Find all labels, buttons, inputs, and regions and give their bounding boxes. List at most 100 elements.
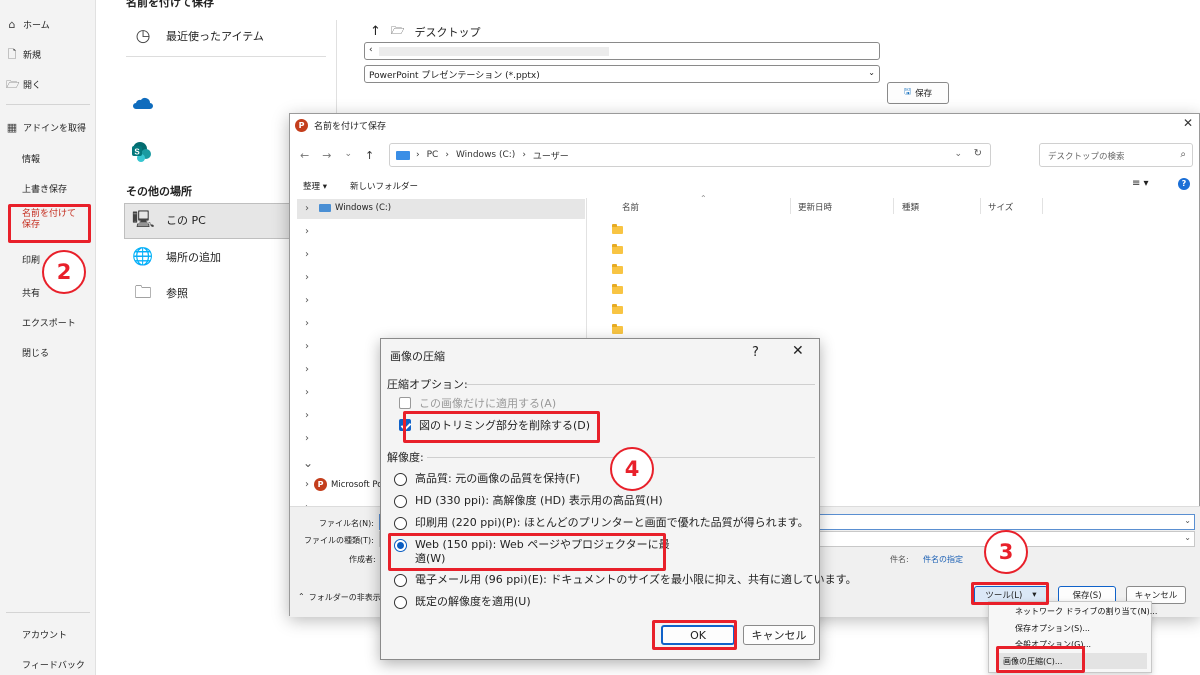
menu-item-map-drive[interactable]: ネットワーク ドライブの割り当て(N)...: [1015, 606, 1157, 617]
backstage-filename-input[interactable]: ‹: [364, 42, 880, 60]
sharepoint-icon[interactable]: S: [131, 141, 153, 166]
highlight-ok-button: [652, 620, 737, 650]
radio-print-220[interactable]: 印刷用 (220 ppi)(P): ほとんどのプリンターと画面で優れた品質が得ら…: [394, 516, 809, 530]
column-modified[interactable]: 更新日時: [798, 201, 832, 213]
folder-icon: 🗀: [134, 283, 152, 303]
up-arrow-icon[interactable]: ↑: [370, 24, 381, 39]
column-separator: [980, 198, 981, 214]
other-places-header: その他の場所: [126, 185, 192, 198]
column-name[interactable]: 名前: [622, 201, 639, 213]
tree-chevron[interactable]: ›: [305, 433, 309, 444]
nav-open[interactable]: 🗁 開く: [6, 78, 41, 91]
folder-open-icon: 🗁: [6, 77, 20, 91]
help-icon[interactable]: ?: [752, 345, 759, 360]
close-icon[interactable]: ✕: [792, 343, 804, 359]
radio-default-resolution[interactable]: 既定の解像度を適用(U): [394, 595, 531, 609]
nav-account[interactable]: アカウント: [22, 628, 67, 641]
tags-link[interactable]: 件名の指定: [923, 554, 963, 565]
radio-button: [394, 574, 407, 587]
chevron-down-icon: ⌄: [1184, 516, 1191, 525]
folder-icon[interactable]: [612, 244, 623, 254]
highlight-web-150: [388, 533, 666, 571]
hide-folders-toggle[interactable]: ⌃ フォルダーの非表示: [298, 592, 381, 603]
home-icon: ⌂: [8, 17, 16, 31]
chevron-down-icon: ⌄: [868, 68, 875, 77]
backstage-path: ↑ 🗁 デスクトップ: [370, 24, 481, 39]
callout-3: 3: [984, 530, 1028, 574]
nav-export[interactable]: エクスポート: [22, 316, 76, 329]
highlight-save-as: [8, 204, 91, 243]
help-icon[interactable]: ?: [1178, 178, 1190, 190]
folder-icon[interactable]: [612, 224, 623, 234]
apply-only-this-checkbox[interactable]: この画像だけに適用する(A): [399, 397, 556, 411]
column-divider: [336, 20, 337, 115]
nav-close[interactable]: 閉じる: [22, 346, 49, 359]
dialog-toolbar: 整理 ▾ 新しいフォルダー ≡ ▾ ?: [290, 176, 1199, 196]
column-separator: [790, 198, 791, 214]
nav-get-addins[interactable]: ▦ アドインを取得: [6, 121, 86, 134]
place-browse[interactable]: 🗀 参照: [132, 282, 189, 304]
chevron-down-icon[interactable]: ⌄: [954, 149, 962, 159]
tree-chevron[interactable]: ›: [305, 249, 309, 260]
powerpoint-icon: P: [314, 478, 327, 491]
pc-icon: [396, 151, 410, 160]
new-folder-button[interactable]: 新しいフォルダー: [350, 180, 418, 192]
expand-chevron-icon[interactable]: ›: [305, 203, 309, 214]
nav-new[interactable]: 🗋 新規: [6, 48, 41, 61]
folder-icon[interactable]: [612, 264, 623, 274]
up-arrow-icon[interactable]: ↑: [365, 149, 374, 162]
tree-chevron[interactable]: ›: [305, 387, 309, 398]
tree-drive-label[interactable]: Windows (C:): [335, 203, 391, 213]
address-bar[interactable]: › PC › Windows (C:) › ユーザー ⌄ ↻: [389, 143, 991, 167]
menu-item-save-options[interactable]: 保存オプション(S)...: [1015, 623, 1090, 634]
folder-icon[interactable]: [612, 284, 623, 294]
tree-chevron[interactable]: ›: [305, 272, 309, 283]
tree-chevron[interactable]: ›: [305, 295, 309, 306]
forward-arrow-icon[interactable]: →: [322, 149, 331, 162]
page-title-cut: 名前を付けて保存: [126, 0, 214, 9]
grid-icon: ▦: [6, 120, 18, 134]
nav-info[interactable]: 情報: [22, 152, 40, 165]
nav-save[interactable]: 上書き保存: [22, 182, 67, 195]
folder-icon[interactable]: [612, 324, 623, 334]
nav-home[interactable]: ⌂ ホーム: [6, 18, 50, 31]
history-chevron-icon[interactable]: ⌄: [344, 149, 352, 162]
onedrive-icon[interactable]: [131, 96, 153, 113]
redacted-filename: [379, 47, 609, 56]
place-add[interactable]: 🌐 場所の追加: [132, 246, 221, 268]
nav-print[interactable]: 印刷: [22, 253, 40, 266]
nav-share[interactable]: 共有: [22, 286, 40, 299]
nav-buttons: ← → ⌄ ↑: [300, 149, 374, 162]
column-size[interactable]: サイズ: [988, 201, 1013, 213]
nav-divider: [6, 104, 90, 105]
tree-chevron[interactable]: ›: [305, 479, 309, 490]
column-type[interactable]: 種類: [902, 201, 919, 213]
folder-icon[interactable]: [612, 304, 623, 314]
backstage-filetype-select[interactable]: PowerPoint プレゼンテーション (*.pptx) ⌄: [364, 65, 880, 83]
refresh-icon[interactable]: ↻: [974, 148, 982, 159]
cancel-button[interactable]: キャンセル: [743, 625, 815, 645]
organize-button[interactable]: 整理 ▾: [303, 180, 327, 192]
tree-item-powerpoint[interactable]: P Microsoft Pow: [314, 478, 389, 491]
nav-feedback[interactable]: フィードバック: [22, 658, 85, 671]
radio-high-fidelity[interactable]: 高品質: 元の画像の品質を保持(F): [394, 472, 580, 486]
radio-email-96[interactable]: 電子メール用 (96 ppi)(E): ドキュメントのサイズを最小限に抑え、共有…: [394, 573, 857, 587]
tree-chevron-down[interactable]: ⌄: [303, 456, 313, 470]
search-input[interactable]: デスクトップの検索 ⌕: [1039, 143, 1193, 167]
radio-hd-330[interactable]: HD (330 ppi): 高解像度 (HD) 表示用の高品質(H): [394, 494, 663, 508]
close-icon[interactable]: ✕: [1183, 116, 1193, 130]
tree-chevron[interactable]: ›: [305, 318, 309, 329]
tree-chevron[interactable]: ›: [305, 226, 309, 237]
tree-chevron[interactable]: ›: [305, 410, 309, 421]
tree-chevron[interactable]: ›: [305, 341, 309, 352]
place-this-pc[interactable]: 🖳 この PC: [132, 209, 206, 231]
view-options-icon[interactable]: ≡ ▾: [1132, 178, 1149, 189]
clock-icon: ◷: [135, 26, 151, 46]
back-arrow-icon[interactable]: ←: [300, 149, 309, 162]
place-recent[interactable]: ◷ 最近使ったアイテム: [132, 25, 264, 47]
radio-button: [394, 473, 407, 486]
tree-chevron[interactable]: ›: [305, 364, 309, 375]
drive-icon: [319, 204, 331, 212]
backstage-save-button[interactable]: 🖫 保存: [887, 82, 949, 104]
filename-label: ファイル名(N):: [319, 519, 374, 528]
